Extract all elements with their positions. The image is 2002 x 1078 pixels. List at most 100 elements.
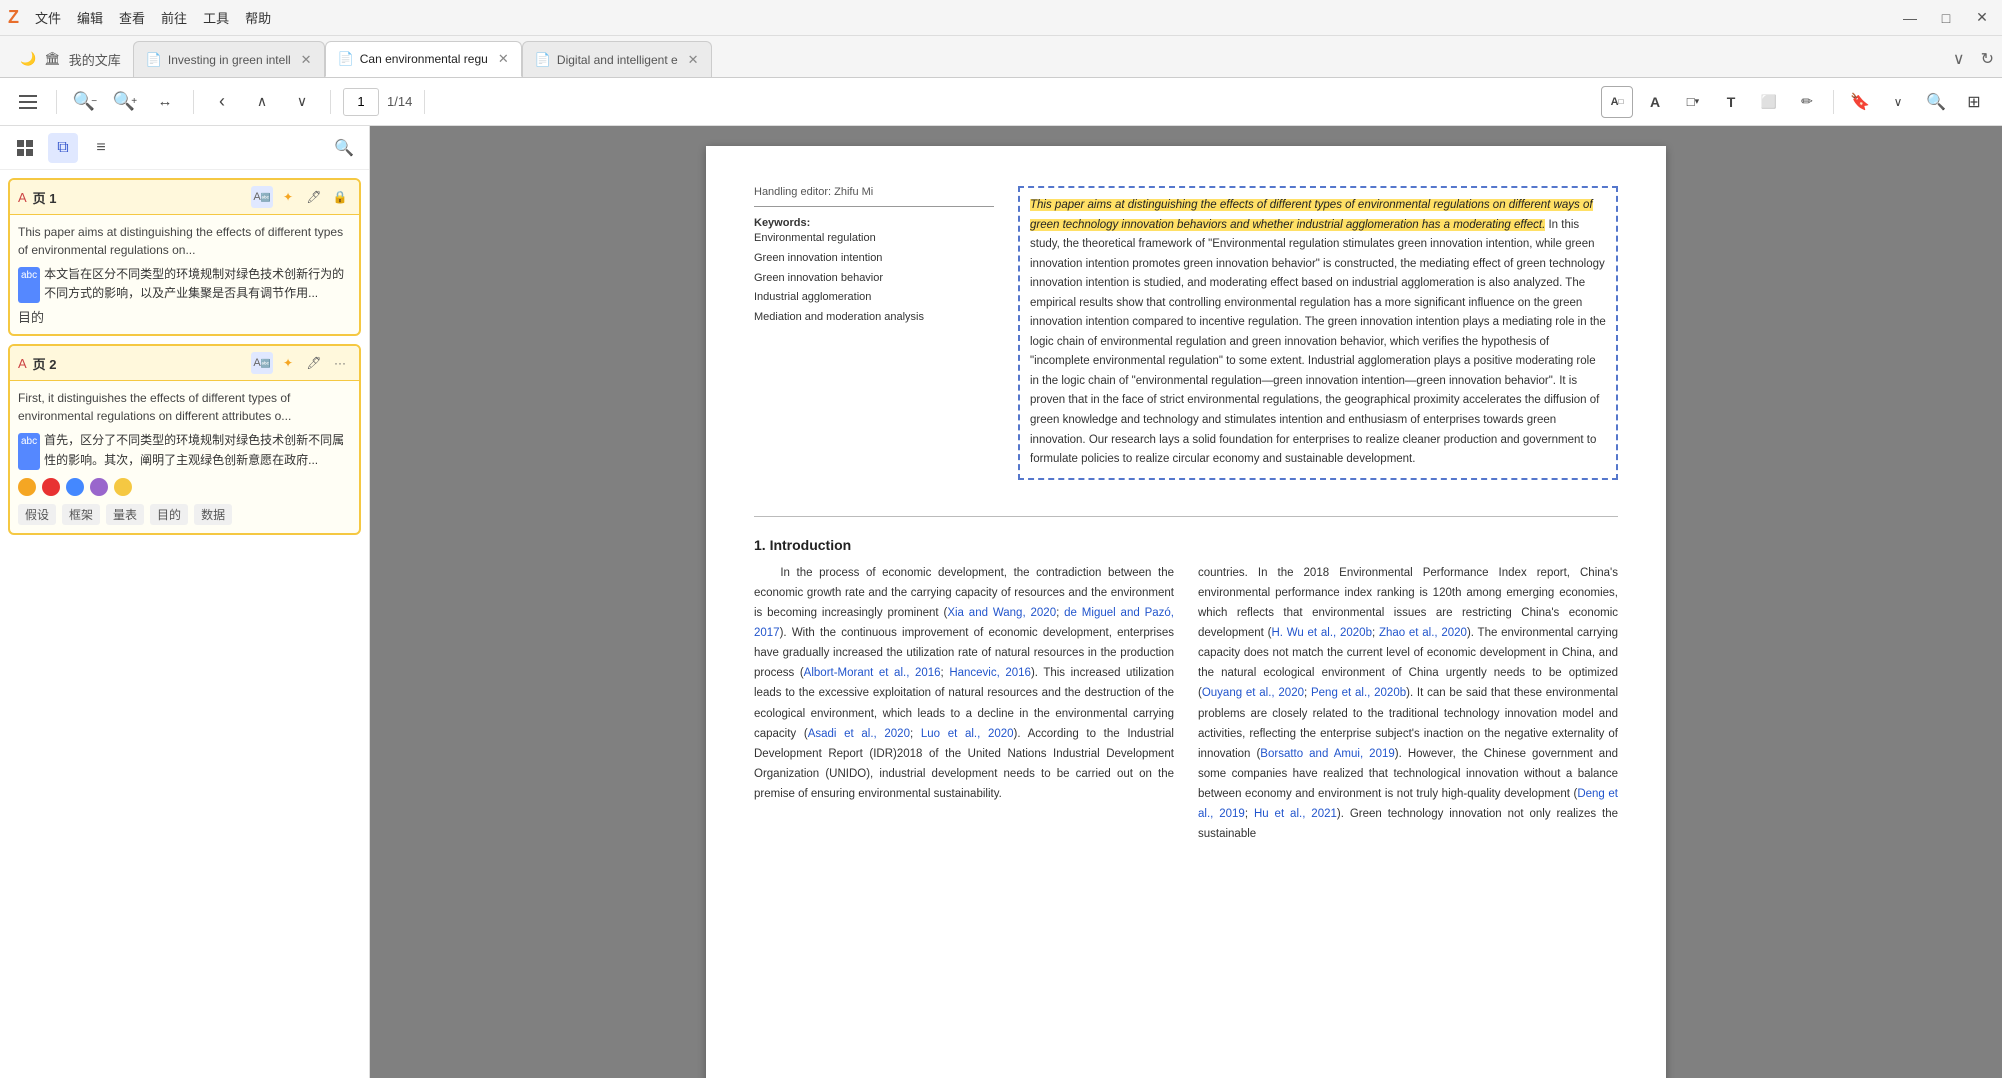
tab-investing[interactable]: 📄 Investing in green intell ✕ [133,41,325,77]
link-peng[interactable]: Peng et al., 2020b [1311,687,1406,699]
tab-investing-title: Investing in green intell [168,53,291,67]
color-dot-blue[interactable] [66,478,84,496]
toolbar: 🔍− 🔍+ ↔ ‹ ∧ ∨ 1 1/14 A□ A □▾ T ⬜ ✏ 🔖 ∨ 🔍… [0,78,2002,126]
link-luo[interactable]: Luo et al., 2020 [921,728,1014,740]
maximize-button[interactable]: □ [1934,6,1958,30]
annotate-style-button[interactable]: A [1639,86,1671,118]
zoom-out-button[interactable]: 🔍− [69,86,101,118]
fit-page-button[interactable]: ↔ [149,86,181,118]
tag-scale[interactable]: 量表 [106,504,144,525]
app-menu: 文件 编辑 查看 前往 工具 帮助 [35,8,271,27]
titlebar-right: — □ ✕ [1898,6,1994,30]
link-xia-wang[interactable]: Xia and Wang, 2020 [947,607,1056,619]
menu-file[interactable]: 文件 [35,8,61,27]
menu-tools[interactable]: 工具 [203,8,229,27]
tab-environmental-icon: 📄 [338,51,354,67]
tag-framework[interactable]: 框架 [62,504,100,525]
keywords-title: Keywords: [754,217,994,229]
annotate-text2-button[interactable]: T [1715,86,1747,118]
nav-prev-button[interactable]: ‹ [206,86,238,118]
annotation-card-1: A 页 1 A🔤 ✦ 🖊 🔒 This paper aims at distin… [8,178,361,336]
bookmark-dropdown-button[interactable]: ∨ [1882,86,1914,118]
nav-up-button[interactable]: ∧ [246,86,278,118]
bookmark-button[interactable]: 🔖 [1844,86,1876,118]
app-logo: Z [8,7,19,28]
sidebar-toggle-button[interactable] [12,86,44,118]
annotate-text-button[interactable]: A□ [1601,86,1633,118]
star-button-1[interactable]: ✦ [277,186,299,208]
toolbar-separator-5 [1833,90,1834,114]
color-dot-yellow[interactable] [114,478,132,496]
pdf-page: Handling editor: Zhifu Mi Keywords: Envi… [706,146,1666,1078]
abstract-highlight-box: This paper aims at distinguishing the ef… [1018,186,1618,480]
annotate-select-button[interactable]: ⬜ [1753,86,1785,118]
minimize-button[interactable]: — [1898,6,1922,30]
color-dot-orange[interactable] [18,478,36,496]
keyword-2: Green innovation intention [754,249,994,269]
tab-environmental-close[interactable]: ✕ [498,51,509,67]
tab-more-button[interactable]: ∨ [1945,41,1973,77]
link-borsatto[interactable]: Borsatto and Amui, 2019 [1260,748,1394,760]
abc-badge-1: abc [18,267,40,303]
color-dot-red[interactable] [42,478,60,496]
page-number-input[interactable]: 1 [343,88,379,116]
tab-investing-close[interactable]: ✕ [301,52,312,68]
sidebar-search-button[interactable]: 🔍 [329,133,359,163]
more-button-2[interactable]: ··· [329,352,351,374]
panel-button[interactable]: ⊞ [1958,86,1990,118]
link-hu[interactable]: Hu et al., 2021 [1254,808,1337,820]
lock-button-1[interactable]: 🔒 [329,186,351,208]
annotation-page-1: 页 1 [33,188,57,207]
intro-two-col: In the process of economic development, … [754,563,1618,845]
keyword-4: Industrial agglomeration [754,288,994,308]
link-asadi[interactable]: Asadi et al., 2020 [808,728,910,740]
link-wu[interactable]: H. Wu et al., 2020b [1271,627,1372,639]
link-zhao[interactable]: Zhao et al., 2020 [1379,627,1467,639]
annotate-pen-button[interactable]: ✏ [1791,86,1823,118]
link-hancevic[interactable]: Hancevic, 2016 [949,667,1031,679]
tab-investing-icon: 📄 [146,52,162,68]
close-button[interactable]: ✕ [1970,6,1994,30]
edit-button-1[interactable]: 🖊 [303,186,325,208]
annotation-tags-2: 假设 框架 量表 目的 数据 [18,504,351,525]
menu-edit[interactable]: 编辑 [77,8,103,27]
annotation-card-2: A 页 2 A🔤 ✦ 🖊 ··· First, it distinguishes… [8,344,361,534]
menu-help[interactable]: 帮助 [245,8,271,27]
color-dot-purple[interactable] [90,478,108,496]
tag-hypothesis[interactable]: 假设 [18,504,56,525]
tag-goal[interactable]: 目的 [150,504,188,525]
edit-button-2[interactable]: 🖊 [303,352,325,374]
annotate-shape-button[interactable]: □▾ [1677,86,1709,118]
intro-col1: In the process of economic development, … [754,563,1174,845]
tag-data[interactable]: 数据 [194,504,232,525]
tab-digital[interactable]: 📄 Digital and intelligent e ✕ [522,41,712,77]
link-albort[interactable]: Albort-Morant et al., 2016 [804,667,941,679]
zoom-in-button[interactable]: 🔍+ [109,86,141,118]
toolbar-separator-4 [424,90,425,114]
star-button-2[interactable]: ✦ [277,352,299,374]
tab-digital-close[interactable]: ✕ [688,52,699,68]
tab-environmental-title: Can environmental regu [360,52,488,66]
sidebar-tool-list[interactable]: ≡ [86,133,116,163]
library-tab[interactable]: 🌙 🏛 Investing in green intell 我的文库 [8,41,133,77]
link-ouyang[interactable]: Ouyang et al., 2020 [1202,687,1304,699]
menu-go[interactable]: 前往 [161,8,187,27]
toolbar-separator-3 [330,90,331,114]
tab-refresh-button[interactable]: ↻ [1973,41,2002,77]
tab-environmental[interactable]: 📄 Can environmental regu ✕ [325,41,522,77]
annotation-page-icon-1: A [18,190,27,205]
sidebar-tool-copy[interactable]: ⧉ [48,133,78,163]
nav-down-button[interactable]: ∨ [286,86,318,118]
annotation-card-1-actions: A🔤 ✦ 🖊 🔒 [251,186,351,208]
sidebar-tool-grid[interactable] [10,133,40,163]
search-button[interactable]: 🔍 [1920,86,1952,118]
annotation-zh-text-1: abc 本文旨在区分不同类型的环境规制对绿色技术创新行为的不同方式的影响，以及产… [18,265,351,303]
tab-digital-icon: 📄 [535,52,551,68]
pdf-viewer: Handling editor: Zhifu Mi Keywords: Envi… [370,126,2002,1078]
tab-digital-title: Digital and intelligent e [557,53,678,67]
sidebar-content: A 页 1 A🔤 ✦ 🖊 🔒 This paper aims at distin… [0,170,369,1078]
menu-view[interactable]: 查看 [119,8,145,27]
annotation-card-1-header: A 页 1 A🔤 ✦ 🖊 🔒 [10,180,359,215]
translate-button-2[interactable]: A🔤 [251,352,273,374]
translate-button-1[interactable]: A🔤 [251,186,273,208]
